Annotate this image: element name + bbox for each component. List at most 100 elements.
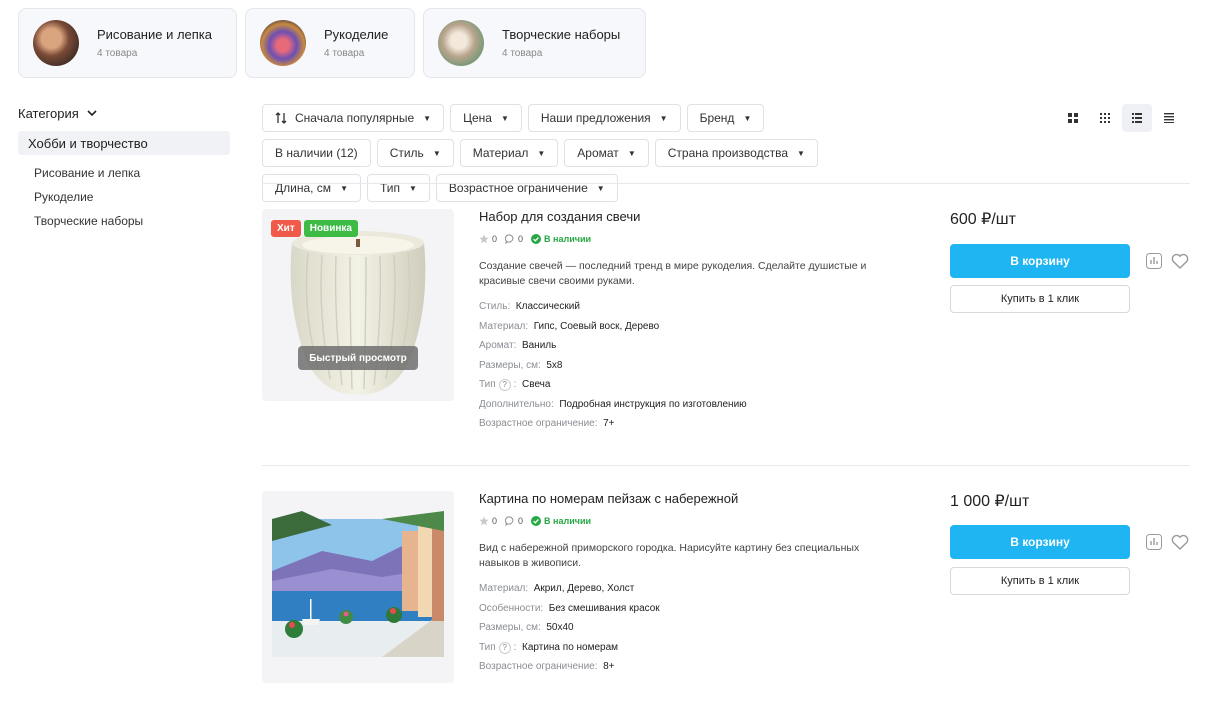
help-icon[interactable]: ? [498, 379, 511, 391]
prop-value: Гипс, Соевый воск, Дерево [533, 320, 660, 332]
product-price: 1 000 ₽/шт [950, 493, 1030, 510]
sort-dropdown[interactable]: Сначала популярные ▼ [262, 104, 445, 132]
prop-key: Особенности [479, 602, 541, 614]
candle-image [290, 231, 426, 395]
category-count: 4 товара [502, 48, 543, 59]
chevron-down-icon: ▼ [432, 148, 441, 158]
view-grid-small[interactable] [1090, 104, 1120, 132]
chevron-down-icon: ▼ [743, 113, 752, 123]
product-props: Материал: Акрил, Дерево, Холст Особеннос… [479, 579, 899, 677]
prop-row: Материал: Акрил, Дерево, Холст [479, 583, 635, 594]
prop-value: 5x8 [546, 359, 563, 371]
product-card: Картина по номерам пейзаж с набережной 0… [262, 491, 1190, 706]
filter-age[interactable]: Возрастное ограничение ▼ [435, 174, 618, 202]
buy-one-click-button[interactable]: Купить в 1 клик [950, 567, 1130, 595]
help-icon[interactable]: ? [498, 641, 511, 654]
filter-style[interactable]: Стиль ▼ [376, 139, 454, 167]
filter-type[interactable]: Тип ▼ [366, 174, 430, 202]
star-icon [479, 516, 489, 526]
buy-panel: 1 000 ₽/шт В корзину Купить в 1 клик [950, 491, 1190, 595]
prop-value: Акрил, Дерево, Холст [533, 583, 635, 594]
product-image[interactable]: Хит Новинка Быстрый просмотр [262, 209, 454, 401]
prop-row: Стиль: Классический [479, 301, 580, 312]
comment-icon [505, 234, 514, 244]
filter-offers[interactable]: Наши предложения ▼ [527, 104, 681, 132]
product-info: Набор для создания свечи 0 0 В наличии С… [479, 209, 899, 434]
prop-value: Без смешивания красок [548, 602, 660, 614]
product-title[interactable]: Картина по номерам пейзаж с набережной [479, 491, 899, 509]
prop-key: Размеры, см [479, 622, 538, 633]
buy-panel: 600 ₽/шт В корзину Купить в 1 клик [950, 209, 1190, 313]
filter-country[interactable]: Страна производства ▼ [654, 139, 818, 167]
filter-in-stock[interactable]: В наличии (12) [262, 139, 371, 167]
heart-icon[interactable] [1171, 253, 1189, 269]
chevron-down-icon: ▼ [797, 148, 805, 158]
heart-icon[interactable] [1171, 534, 1189, 550]
topcat-creative-kits[interactable]: Творческие наборы 4 товара [423, 8, 646, 78]
compare-icon[interactable] [1146, 534, 1162, 550]
topcat-handicraft[interactable]: Рукоделие 4 товара [245, 8, 415, 78]
rating-value: 0 [492, 234, 498, 244]
view-grid-large[interactable] [1058, 104, 1088, 132]
reviews[interactable]: 0 [505, 516, 523, 526]
sidebar-item-creative-kits[interactable]: Творческие наборы [18, 209, 230, 233]
category-thumbnail [260, 20, 306, 66]
prop-value: 8+ [603, 661, 615, 672]
product-meta: 0 0 В наличии [479, 233, 899, 245]
badges: Хит Новинка [271, 220, 358, 237]
prop-row: Тип?: Картина по номерам [479, 641, 619, 654]
sidebar-item-active[interactable]: Хобби и творчество [18, 131, 230, 155]
prop-value: Подробная инструкция по изготовлению [559, 398, 747, 410]
sidebar-item-drawing[interactable]: Рисование и лепка [18, 161, 230, 185]
product-image[interactable] [262, 491, 454, 683]
add-to-cart-button[interactable]: В корзину [950, 244, 1130, 278]
grid-large-icon [1068, 113, 1078, 123]
prop-row: Размеры, см: 50x40 [479, 622, 574, 633]
filter-material[interactable]: Материал ▼ [459, 139, 559, 167]
chevron-down-icon: ▼ [423, 113, 432, 123]
top-categories: Рисование и лепка 4 товара Рукоделие 4 т… [18, 8, 646, 78]
reviews[interactable]: 0 [505, 234, 523, 244]
compare-icon[interactable] [1146, 253, 1162, 269]
add-to-cart-button[interactable]: В корзину [950, 525, 1130, 559]
product-info: Картина по номерам пейзаж с набережной 0… [479, 491, 899, 677]
list-compact-icon [1164, 113, 1174, 123]
category-sidebar: Категория Хобби и творчество Рисование и… [18, 104, 230, 233]
stock-status: В наличии [531, 234, 591, 244]
product-card: Хит Новинка Быстрый просмотр Набор для с… [262, 209, 1190, 449]
view-list-detailed[interactable] [1122, 104, 1152, 132]
prop-row: Материал: Гипс, Соевый воск, Дерево [479, 320, 660, 332]
prop-value: Картина по номерам [522, 641, 619, 653]
sidebar-item-handicraft[interactable]: Рукоделие [18, 185, 230, 209]
prop-key: Возрастное ограничение [479, 661, 595, 672]
prop-key: Аромат [479, 340, 514, 351]
chevron-down-icon: ▼ [409, 183, 417, 193]
topcat-drawing[interactable]: Рисование и лепка 4 товара [18, 8, 237, 78]
chevron-down-icon [87, 110, 97, 117]
prop-key: Тип [479, 379, 496, 390]
category-name: Творческие наборы [502, 27, 621, 42]
prop-row: Размеры, см: 5x8 [479, 359, 563, 371]
filter-length[interactable]: Длина, см ▼ [262, 174, 361, 202]
quick-view-button[interactable]: Быстрый просмотр [298, 346, 418, 370]
chevron-down-icon: ▼ [340, 183, 348, 193]
filter-price[interactable]: Цена ▼ [450, 104, 522, 132]
filter-aroma[interactable]: Аромат ▼ [564, 139, 649, 167]
prop-row: Особенности: Без смешивания красок [479, 602, 660, 614]
view-list-compact[interactable] [1154, 104, 1184, 132]
comment-icon [505, 516, 514, 526]
reviews-count: 0 [518, 234, 524, 244]
filter-label: Страна производства [667, 146, 788, 160]
prop-value: Свеча [522, 379, 551, 390]
filter-label: Наши предложения [540, 111, 651, 125]
product-title[interactable]: Набор для создания свечи [479, 209, 899, 227]
rating-value: 0 [492, 516, 498, 526]
category-filter-toggle[interactable]: Категория [18, 104, 230, 122]
category-thumbnail [438, 20, 484, 66]
filter-brand[interactable]: Бренд ▼ [686, 104, 765, 132]
star-icon [479, 234, 489, 244]
category-count: 4 товара [324, 48, 365, 59]
filter-label: В наличии (12) [275, 146, 358, 160]
category-name: Рисование и лепка [97, 27, 213, 42]
buy-one-click-button[interactable]: Купить в 1 клик [950, 285, 1130, 313]
